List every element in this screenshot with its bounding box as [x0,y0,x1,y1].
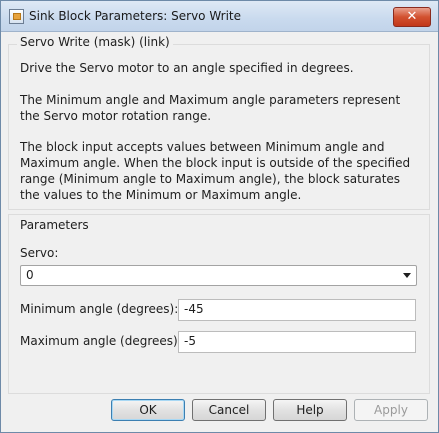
servo-label: Servo: [20,246,59,260]
maximum-angle-label: Maximum angle (degrees): [20,334,182,348]
maximum-angle-input[interactable] [179,332,412,350]
description-line-1: Drive the Servo motor to an angle specif… [20,61,354,75]
block-icon [9,9,24,24]
minimum-angle-input[interactable] [179,300,412,318]
close-button[interactable]: ✕ [393,7,431,27]
help-button[interactable]: Help [273,399,347,421]
minimum-angle-label: Minimum angle (degrees): [20,302,179,316]
maximum-angle-field[interactable] [178,331,416,353]
servo-selected-value: 0 [26,268,34,282]
cancel-button[interactable]: Cancel [192,399,266,421]
apply-button[interactable]: Apply [354,399,428,421]
description-line-3: The block input accepts values between M… [20,140,411,202]
servo-dropdown[interactable]: 0 [20,265,417,286]
ok-button[interactable]: OK [111,399,185,421]
mask-group-title: Servo Write (mask) (link) [17,35,173,49]
parameters-group-title: Parameters [17,218,92,232]
minimum-angle-field[interactable] [178,299,416,321]
title-bar[interactable]: Sink Block Parameters: Servo Write ✕ [1,1,438,32]
description-line-2: The Minimum angle and Maximum angle para… [20,93,401,123]
chevron-down-icon[interactable] [403,273,411,278]
window-title: Sink Block Parameters: Servo Write [29,9,242,23]
